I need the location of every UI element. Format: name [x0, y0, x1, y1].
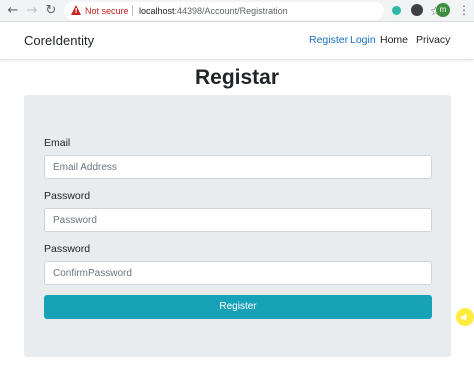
- url-text[interactable]: localhost:44398/Account/Registration: [139, 5, 288, 17]
- nav-link-privacy[interactable]: Privacy: [416, 34, 450, 46]
- url-path: :44398/Account/Registration: [174, 6, 288, 16]
- more-menu-icon[interactable]: ⋮: [458, 3, 470, 17]
- profile-avatar[interactable]: m: [436, 3, 450, 17]
- warning-triangle-icon: [71, 5, 81, 15]
- browser-window: ← → ↻ Not secure localhost:44398/Account…: [0, 0, 474, 377]
- password-input[interactable]: [44, 208, 432, 232]
- confirm-password-input[interactable]: [44, 261, 432, 285]
- email-label: Email: [44, 137, 71, 149]
- extension-dark-icon[interactable]: [411, 4, 423, 16]
- forward-arrow-icon[interactable]: →: [24, 3, 40, 19]
- address-bar[interactable]: Not secure localhost:44398/Account/Regis…: [64, 2, 441, 20]
- browser-toolbar: ← → ↻ Not secure localhost:44398/Account…: [0, 0, 474, 22]
- email-input[interactable]: [44, 155, 432, 179]
- navbar-brand[interactable]: CoreIdentity: [24, 33, 94, 48]
- password-label: Password: [44, 190, 91, 202]
- nav-link-register[interactable]: Register: [309, 34, 348, 46]
- url-host: localhost: [139, 6, 175, 16]
- register-button[interactable]: Register: [44, 295, 432, 319]
- back-arrow-icon[interactable]: ←: [5, 3, 21, 19]
- site-navbar: CoreIdentity Register Login Home Privacy: [0, 22, 474, 60]
- security-status[interactable]: Not secure: [85, 5, 129, 17]
- nav-link-login[interactable]: Login: [350, 34, 376, 46]
- nav-link-home[interactable]: Home: [380, 34, 408, 46]
- confirm-password-label: Password: [44, 243, 91, 255]
- reload-icon[interactable]: ↻: [43, 3, 59, 19]
- address-divider: [132, 5, 133, 16]
- extension-icon[interactable]: [390, 4, 403, 17]
- page-title: Registar: [194, 66, 280, 89]
